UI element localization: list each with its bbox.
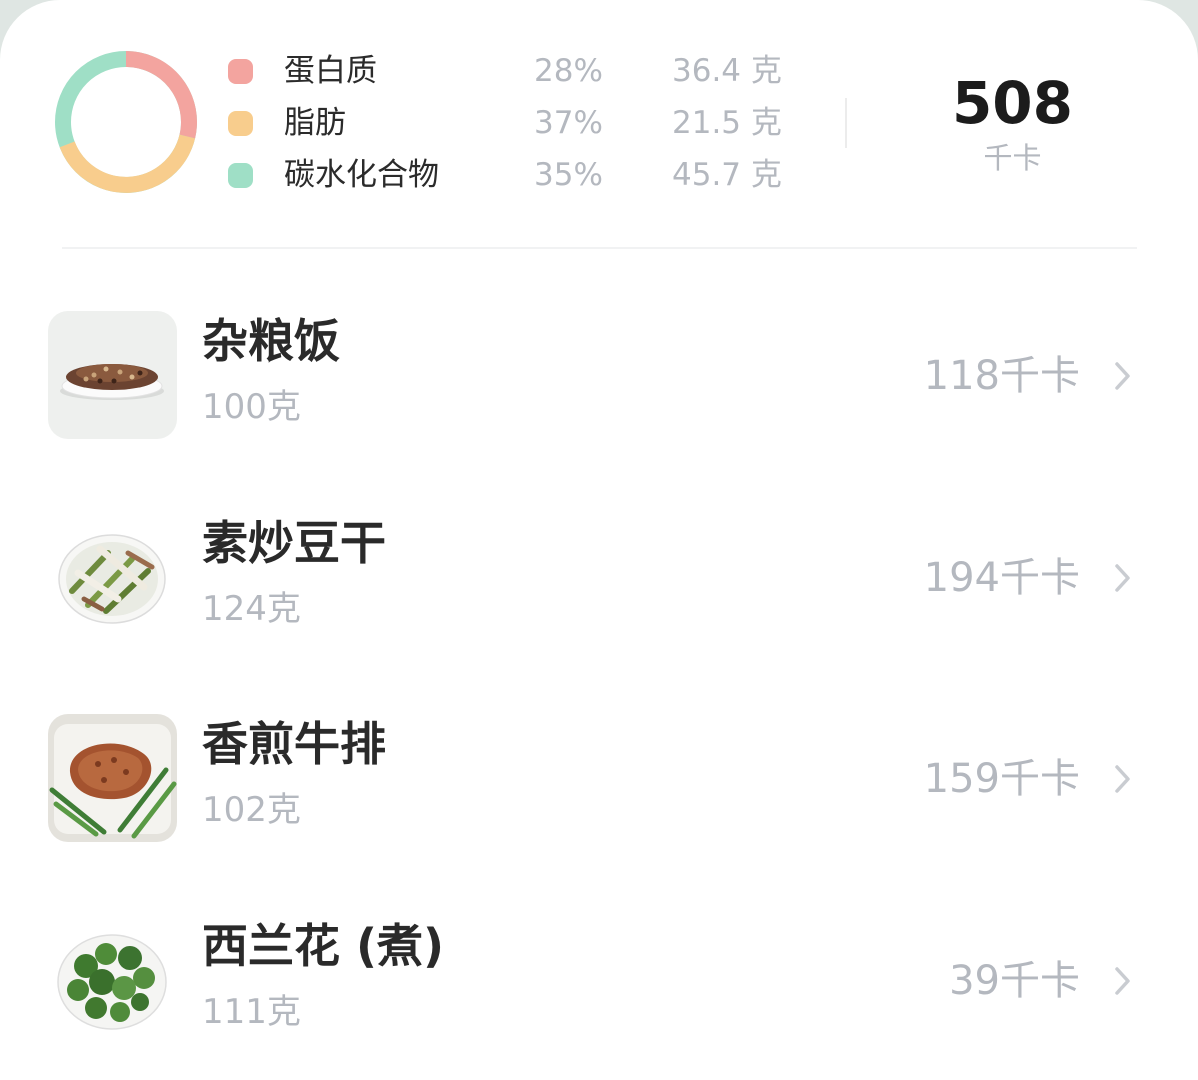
boiled-broccoli-photo-icon	[48, 916, 177, 1044]
food-name: 香煎牛排	[202, 717, 386, 771]
macro-row-carbs: 碳水化合物 35% 45.7 克	[228, 155, 808, 195]
food-name: 杂粮饭	[202, 314, 340, 368]
food-item-boiled-broccoli[interactable]: 西兰花 (煮) 111克 39千卡	[0, 916, 1198, 1076]
macro-grams: 36.4 克	[672, 53, 782, 89]
macro-row-fat: 脂肪 37% 21.5 克	[228, 103, 808, 143]
mixed-grain-rice-photo-icon	[48, 311, 177, 439]
food-item-mixed-grain-rice[interactable]: 杂粮饭 100克 118千卡	[0, 311, 1198, 471]
macro-donut-chart	[55, 51, 197, 193]
food-amount: 111克	[202, 992, 301, 1032]
donut-fat-arc	[59, 134, 196, 193]
food-name: 素炒豆干	[202, 516, 386, 570]
macro-percent: 37%	[534, 105, 603, 141]
macro-name: 蛋白质	[284, 53, 377, 89]
macro-percent: 28%	[534, 53, 603, 89]
fat-color-swatch	[228, 111, 253, 136]
pan-fried-steak-photo-icon	[48, 714, 177, 842]
food-amount: 100克	[202, 387, 301, 427]
food-amount: 102克	[202, 790, 301, 830]
pan-fried-steak-thumbnail	[48, 714, 177, 842]
chevron-right-icon	[1115, 765, 1130, 793]
section-divider	[62, 247, 1137, 249]
macro-grams: 45.7 克	[672, 157, 782, 193]
stir-fried-tofu-thumbnail	[48, 513, 177, 641]
food-calories: 118千卡	[923, 353, 1080, 399]
total-calories: 508	[951, 69, 1074, 137]
food-item-stir-fried-tofu[interactable]: 素炒豆干 124克 194千卡	[0, 513, 1198, 673]
macro-grams: 21.5 克	[672, 105, 782, 141]
stir-fried-tofu-photo-icon	[48, 513, 177, 641]
summary-divider	[845, 98, 847, 148]
macro-percent: 35%	[534, 157, 603, 193]
food-amount: 124克	[202, 589, 301, 629]
macro-row-protein: 蛋白质 28% 36.4 克	[228, 51, 808, 91]
boiled-broccoli-thumbnail	[48, 916, 177, 1044]
total-calories-unit: 千卡	[983, 141, 1042, 175]
macro-name: 脂肪	[284, 105, 346, 141]
chevron-right-icon	[1115, 564, 1130, 592]
food-name: 西兰花 (煮)	[202, 919, 445, 973]
chevron-right-icon	[1115, 967, 1130, 995]
food-calories: 159千卡	[923, 756, 1080, 802]
food-calories: 194千卡	[923, 555, 1080, 601]
food-calories: 39千卡	[949, 958, 1080, 1004]
meal-card: 蛋白质 28% 36.4 克 脂肪 37% 21.5 克 碳水化合物 35% 4…	[0, 0, 1198, 1080]
chevron-right-icon	[1115, 362, 1130, 390]
protein-color-swatch	[228, 59, 253, 84]
food-item-pan-fried-steak[interactable]: 香煎牛排 102克 159千卡	[0, 714, 1198, 874]
donut-protein-arc	[125, 51, 197, 139]
macro-name: 碳水化合物	[284, 157, 439, 193]
carbs-color-swatch	[228, 163, 253, 188]
mixed-grain-rice-thumbnail	[48, 311, 177, 439]
